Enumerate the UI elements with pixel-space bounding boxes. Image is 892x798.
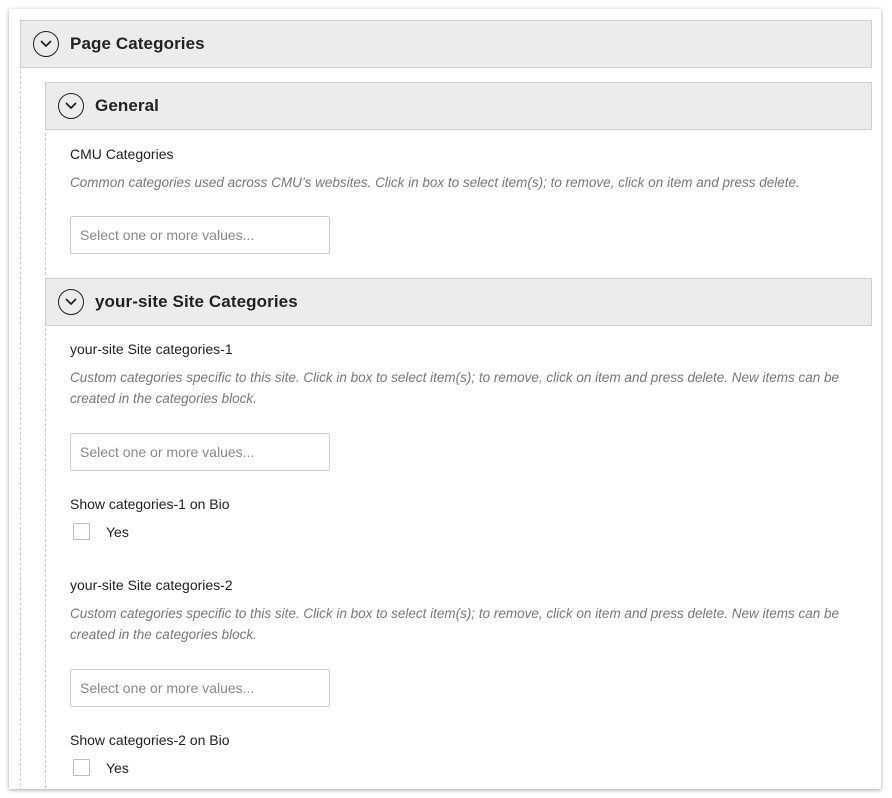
page-categories-panel-header[interactable]: Page Categories [20, 20, 872, 68]
cmu-categories-description: Common categories used across CMU’s webs… [70, 175, 800, 190]
cmu-categories-label: CMU Categories [70, 146, 174, 162]
site-categories-1-select-input[interactable] [70, 433, 330, 471]
show-categories-1-option-label[interactable]: Yes [106, 524, 129, 540]
site-categories-guide-line [45, 328, 46, 789]
page-categories-card: Page Categories General CMU Categories C… [9, 9, 881, 789]
show-categories-2-checkbox[interactable] [73, 759, 90, 776]
show-categories-2-option-label[interactable]: Yes [106, 760, 129, 776]
chevron-down-icon[interactable] [33, 31, 59, 57]
site-categories-panel-header[interactable]: your-site Site Categories [45, 278, 872, 326]
site-categories-1-label: your-site Site categories-1 [70, 341, 233, 357]
page-categories-guide-line [20, 71, 21, 789]
show-categories-1-checkbox[interactable] [73, 523, 90, 540]
general-guide-line [45, 133, 46, 275]
site-categories-2-select-input[interactable] [70, 669, 330, 707]
show-categories-1-option[interactable]: Yes [73, 523, 129, 540]
general-title: General [95, 96, 160, 115]
general-panel-header[interactable]: General [45, 82, 872, 130]
site-categories-2-description: Custom categories specific to this site.… [70, 606, 840, 642]
show-categories-1-label: Show categories-1 on Bio [70, 496, 230, 512]
chevron-down-icon[interactable] [58, 93, 84, 119]
cmu-categories-select-input[interactable] [70, 216, 330, 254]
show-categories-2-label: Show categories-2 on Bio [70, 732, 230, 748]
site-categories-2-label: your-site Site categories-2 [70, 577, 233, 593]
site-categories-title: your-site Site Categories [95, 292, 298, 311]
page-categories-title: Page Categories [70, 34, 205, 53]
site-categories-1-description: Custom categories specific to this site.… [70, 370, 840, 406]
chevron-down-icon[interactable] [58, 289, 84, 315]
show-categories-2-option[interactable]: Yes [73, 759, 129, 776]
